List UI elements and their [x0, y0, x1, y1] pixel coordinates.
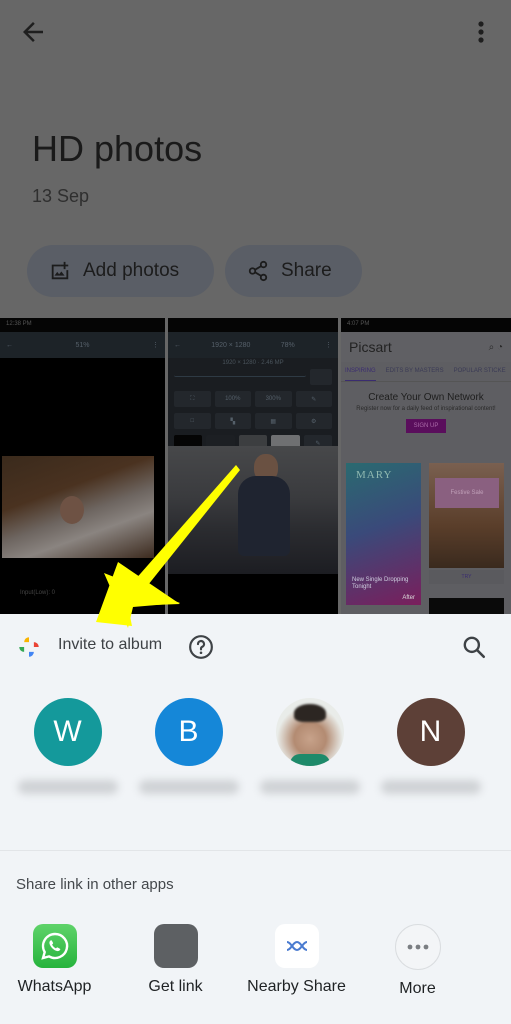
thumb-size: 1920 × 1280	[211, 341, 251, 349]
avatar: B	[154, 698, 223, 766]
link-icon	[153, 924, 198, 968]
thumb-back-icon: ←	[6, 341, 13, 349]
thumb-image-man	[168, 446, 338, 574]
thumb-card-try: TRY	[429, 570, 504, 584]
thumb-back-icon: ←	[174, 341, 181, 349]
contact-name-blurred	[138, 780, 239, 794]
thumb-cta-heading: Create Your Own Network	[368, 392, 484, 403]
app-label: Nearby Share	[247, 978, 346, 995]
app-more[interactable]: More	[357, 924, 478, 998]
avatar: N	[396, 698, 465, 766]
search-icon[interactable]	[461, 634, 487, 660]
app-nearby-share[interactable]: Nearby Share	[236, 924, 357, 998]
more-horiz-icon	[394, 924, 441, 970]
thumb-zoom-value: 78%	[280, 341, 295, 349]
thumb-tab: EDITS BY MASTERS	[385, 368, 444, 374]
app-get-link[interactable]: Get link	[115, 924, 236, 998]
thumb-editor-toolbar: ← 51% ⋮	[0, 332, 165, 358]
contact-item[interactable]	[249, 698, 370, 794]
thumb-card: Festive Sale	[429, 463, 504, 568]
thumb-picsart-cta: Create Your Own Network Register now for…	[341, 382, 511, 433]
thumb-status-bar: 4:07 PM	[341, 318, 511, 332]
photo-thumbnail[interactable]: ← 1920 × 1280 78% ⋮ 1920 × 1280 · 2.46 M…	[168, 318, 338, 618]
thumb-status-bar	[168, 318, 338, 332]
invite-to-album-label[interactable]: Invite to album	[58, 636, 162, 654]
arrow-left-icon	[23, 22, 43, 42]
share-bottom-sheet: Invite to album W B N Share link in othe…	[0, 614, 511, 1024]
thumb-picsart-header: Picsart ⌕ ◔	[341, 332, 511, 362]
divider	[0, 850, 511, 851]
help-circle-icon[interactable]	[188, 634, 214, 660]
thumb-card-text: New Single Dropping Tonight	[352, 577, 409, 590]
more-vert-icon	[478, 21, 484, 43]
thumb-info: 1920 × 1280 · 2.46 MP	[222, 360, 284, 366]
share-icon	[248, 260, 268, 282]
share-link-other-apps-label: Share link in other apps	[16, 876, 174, 893]
thumb-cta-button: SIGN UP	[405, 419, 447, 433]
add-photos-label: Add photos	[83, 260, 180, 281]
photo-grid: 12:38 PM ← 51% ⋮ Input(Low): 0 ← 1920 × …	[0, 318, 511, 618]
thumb-tab: INSPIRING	[345, 368, 376, 381]
thumb-editor-panel: 1920 × 1280 · 2.46 MP ⛶ 100% 300% ✎ □ ▚ ▦ ⚙…	[168, 358, 338, 451]
more-options-button[interactable]	[469, 17, 493, 47]
contacts-row: W B N	[0, 698, 511, 794]
thumb-search-icon: ⌕ ◔	[488, 341, 503, 353]
nearby-share-icon	[274, 924, 319, 968]
avatar-photo	[275, 698, 344, 766]
thumb-cta-sub: Register now for a daily feed of inspira…	[356, 406, 496, 412]
thumb-btn-100: 100%	[214, 391, 251, 407]
contact-name-blurred	[380, 780, 481, 794]
thumb-card-after: After	[402, 595, 415, 601]
screen: HD photos 13 Sep Add photos Share 12:38 …	[0, 0, 511, 1024]
top-app-bar	[0, 0, 511, 64]
add-photo-icon	[51, 261, 69, 280]
thumb-zoom-value: 51%	[75, 341, 90, 349]
thumb-more-icon: ⋮	[151, 342, 159, 349]
thumb-card: MARY New Single Dropping Tonight After	[346, 463, 421, 605]
back-button[interactable]	[18, 17, 48, 47]
sheet-header: Invite to album	[0, 628, 511, 664]
thumb-tab: POPULAR STICKE	[453, 368, 506, 374]
thumb-picsart-logo: Picsart	[349, 339, 392, 355]
app-whatsapp[interactable]: WhatsApp	[0, 924, 115, 998]
thumb-picsart-tabs: INSPIRING EDITS BY MASTERS POPULAR STICK…	[341, 362, 511, 382]
app-label: More	[399, 980, 436, 997]
thumb-card-title: MARY	[356, 469, 393, 481]
album-date: 13 Sep	[32, 186, 90, 206]
thumb-more-icon: ⋮	[324, 342, 332, 349]
contact-item[interactable]: W	[7, 698, 128, 794]
apps-row: WhatsApp Get link Nearby Share More	[0, 924, 511, 998]
add-photos-button[interactable]: Add photos	[27, 245, 214, 297]
contact-name-blurred	[17, 780, 118, 794]
contact-name-blurred	[259, 780, 360, 794]
thumb-caption: Input(Low): 0	[20, 590, 56, 596]
photo-thumbnail[interactable]: 4:07 PM Picsart ⌕ ◔ INSPIRING EDITS BY M…	[341, 318, 511, 618]
app-label: WhatsApp	[17, 978, 92, 995]
thumb-btn-300: 300%	[255, 391, 292, 407]
avatar: W	[33, 698, 102, 766]
photo-thumbnail[interactable]: 12:38 PM ← 51% ⋮ Input(Low): 0	[0, 318, 165, 618]
app-label: Get link	[148, 978, 203, 995]
thumb-image-woman	[2, 456, 154, 558]
share-button[interactable]: Share	[225, 245, 362, 297]
album-title: HD photos	[32, 128, 203, 169]
thumb-card-label: Festive Sale	[435, 478, 499, 508]
share-label: Share	[281, 260, 332, 281]
thumb-editor-toolbar: ← 1920 × 1280 78% ⋮	[168, 332, 338, 358]
thumb-status-bar: 12:38 PM	[0, 318, 165, 332]
whatsapp-icon	[32, 924, 77, 968]
contact-item[interactable]: B	[128, 698, 249, 794]
contact-item[interactable]: N	[370, 698, 491, 794]
google-photos-logo-icon	[19, 637, 39, 657]
